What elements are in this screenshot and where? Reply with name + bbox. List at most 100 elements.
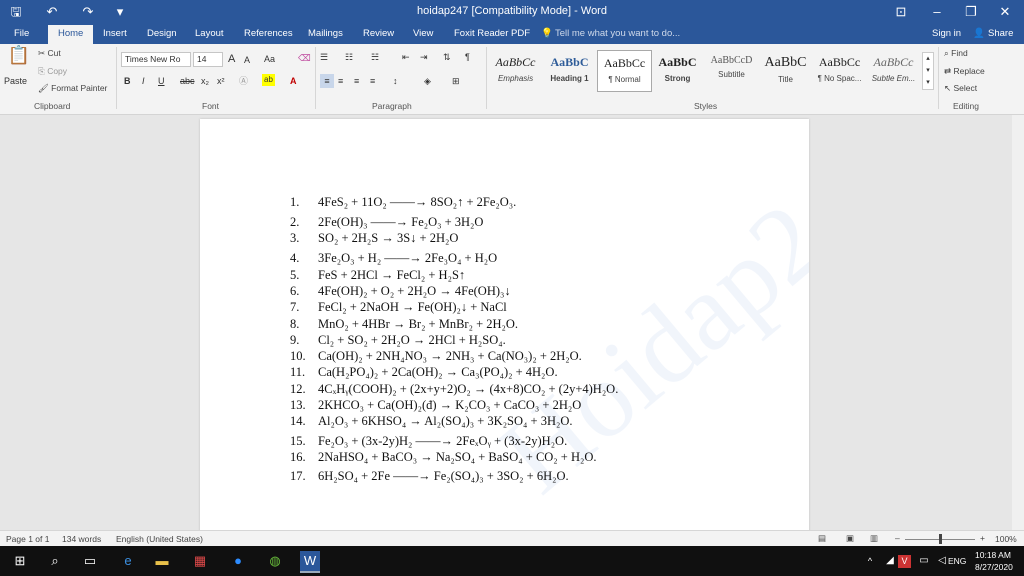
subscript-button[interactable]: x₂ [201, 74, 209, 88]
task-view-icon[interactable]: ▭ [80, 551, 100, 571]
equation-number: 1. [290, 195, 300, 209]
language-tray[interactable]: ENG [948, 556, 966, 566]
word-app-icon[interactable]: W [300, 551, 320, 573]
justify-icon[interactable]: ≡ [370, 74, 375, 88]
tab-view[interactable]: View [413, 28, 433, 39]
tab-layout[interactable]: Layout [195, 28, 224, 39]
equation-text: 2Fe(OH)₃ ——→ Fe₂O₃ + 3H₂O [318, 215, 484, 229]
tab-insert[interactable]: Insert [103, 28, 127, 39]
grow-font-button[interactable]: A [228, 52, 235, 66]
document-page[interactable]: Hoidap247 1. 4FeS₂ + 11O₂ ——→ 8SO₂↑ + 2Fe… [200, 119, 809, 530]
show-formatting-button[interactable]: ¶ [465, 50, 470, 64]
equation-text: SO₂ + 2H₂S → 3S↓ + 2H₂O [318, 231, 459, 245]
antivirus-icon[interactable]: V [898, 555, 911, 568]
styles-group-label: Styles [694, 101, 718, 111]
copy-button[interactable]: ⎘ Copy [38, 66, 67, 77]
font-name-input[interactable]: Times New Ro [121, 52, 191, 67]
tab-file[interactable]: File [14, 28, 29, 39]
font-color-icon[interactable]: A [290, 74, 297, 88]
styles-scroll-icon[interactable]: ▴ ▾ ▾ [922, 52, 934, 90]
tab-home[interactable]: Home [48, 25, 94, 44]
edge-icon[interactable]: e [118, 551, 138, 571]
multilevel-list-icon[interactable]: ☵ [371, 50, 379, 64]
taskbar: ⊞ ⌕ ▭ e ▬ ▦ ● ◍ W ^ ◢ V ▭ ◁ ENG 10:18 AM… [0, 546, 1024, 576]
coccoc-icon[interactable]: ◍ [265, 551, 285, 571]
format-painter-button[interactable]: 🖌 Format Painter [38, 83, 107, 94]
clock-time[interactable]: 10:18 AM [975, 550, 1011, 560]
bold-button[interactable]: B [124, 74, 131, 88]
clear-formatting-icon[interactable]: ⌫ [298, 51, 311, 65]
zoom-level[interactable]: 100% [995, 534, 1017, 544]
replace-button[interactable]: ⇄ Replace [944, 66, 985, 77]
style-title[interactable]: AaBbC Title [759, 50, 812, 90]
show-hidden-icons-icon[interactable]: ^ [860, 551, 880, 571]
language-indicator[interactable]: English (United States) [116, 534, 203, 544]
vertical-scrollbar[interactable] [1012, 115, 1024, 530]
cut-button[interactable]: ✂ Cut [38, 48, 61, 59]
align-right-icon[interactable]: ≡ [354, 74, 359, 88]
document-area[interactable]: Hoidap247 1. 4FeS₂ + 11O₂ ——→ 8SO₂↑ + 2Fe… [0, 115, 1012, 530]
person-icon: 👤 [973, 28, 985, 39]
network-icon[interactable]: ◢ [880, 551, 900, 571]
style-subtitle[interactable]: AaBbCcD Subtitle [705, 50, 758, 90]
word-count[interactable]: 134 words [62, 534, 101, 544]
close-button[interactable]: ✕ [988, 0, 1022, 24]
read-mode-icon[interactable]: ▤ [818, 533, 826, 544]
shading-icon[interactable]: ◈ [424, 74, 431, 88]
numbering-icon[interactable]: ☷ [345, 50, 353, 64]
zoom-app-icon[interactable]: ● [228, 551, 248, 571]
align-left-icon[interactable]: ≡ [320, 74, 334, 88]
equation-text: FeS + 2HCl → FeCl₂ + H₂S↑ [318, 268, 466, 282]
page-count[interactable]: Page 1 of 1 [6, 534, 49, 544]
web-layout-icon[interactable]: ▥ [870, 533, 878, 544]
select-button[interactable]: ↖ Select [944, 83, 977, 94]
tab-review[interactable]: Review [363, 28, 394, 39]
sign-in-link[interactable]: Sign in [932, 28, 961, 39]
bullets-icon[interactable]: ☰ [320, 50, 328, 64]
italic-button[interactable]: I [142, 74, 145, 88]
tab-mailings[interactable]: Mailings [308, 28, 343, 39]
line-spacing-icon[interactable]: ↕ [393, 74, 398, 88]
decrease-indent-icon[interactable]: ⇤ [402, 50, 410, 64]
search-icon[interactable]: ⌕ [45, 551, 65, 571]
tab-design[interactable]: Design [147, 28, 177, 39]
winrar-icon[interactable]: ▦ [190, 551, 210, 571]
zoom-out-button[interactable]: – [895, 533, 900, 543]
paste-icon[interactable]: 📋 [6, 46, 32, 74]
tell-me-box[interactable]: Tell me what you want to do... [555, 28, 680, 39]
text-effects-icon[interactable]: Ⓐ [239, 74, 248, 88]
file-explorer-icon[interactable]: ▬ [152, 551, 172, 571]
restore-button[interactable]: ❐ [954, 0, 988, 24]
highlight-icon[interactable]: ab [262, 74, 275, 86]
battery-icon[interactable]: ▭ [914, 551, 934, 571]
zoom-in-button[interactable]: + [980, 533, 985, 543]
style-normal[interactable]: AaBbCc ¶ Normal [597, 50, 652, 92]
borders-icon[interactable]: ⊞ [452, 74, 460, 88]
zoom-slider-handle[interactable] [939, 534, 942, 544]
change-case-button[interactable]: Aa [264, 52, 275, 66]
windows-start-icon[interactable]: ⊞ [10, 551, 30, 571]
superscript-button[interactable]: x² [217, 74, 225, 88]
ribbon-display-options-button[interactable]: ⊡ [884, 0, 918, 24]
underline-button[interactable]: U [158, 74, 165, 88]
style-strong[interactable]: AaBbC Strong [651, 50, 704, 90]
strikethrough-button[interactable]: abc [180, 74, 195, 88]
clock-date[interactable]: 8/27/2020 [975, 562, 1013, 572]
tab-foxit-reader-pdf[interactable]: Foxit Reader PDF [454, 28, 530, 39]
tab-references[interactable]: References [244, 28, 293, 39]
minimize-button[interactable]: – [920, 0, 954, 24]
paste-button[interactable]: Paste [4, 74, 27, 88]
find-button[interactable]: ⌕ Find [944, 48, 968, 59]
align-center-icon[interactable]: ≡ [338, 74, 343, 88]
sort-icon[interactable]: ⇅ [443, 50, 451, 64]
style-no-spacing[interactable]: AaBbCc ¶ No Spac... [813, 50, 866, 90]
style-subtle-emphasis[interactable]: AaBbCc Subtle Em... [867, 50, 920, 90]
font-size-input[interactable]: 14 [193, 52, 223, 67]
print-layout-icon[interactable]: ▣ [846, 533, 854, 544]
increase-indent-icon[interactable]: ⇥ [420, 50, 428, 64]
style-heading-1[interactable]: AaBbC Heading 1 [543, 50, 596, 90]
shrink-font-button[interactable]: A [244, 53, 250, 67]
share-button[interactable]: Share [988, 28, 1013, 39]
equation-text: 2KHCO₃ + Ca(OH)₂(đ) → K₂CO₃ + CaCO₃ + 2H… [318, 398, 582, 412]
style-emphasis[interactable]: AaBbCc Emphasis [489, 50, 542, 90]
